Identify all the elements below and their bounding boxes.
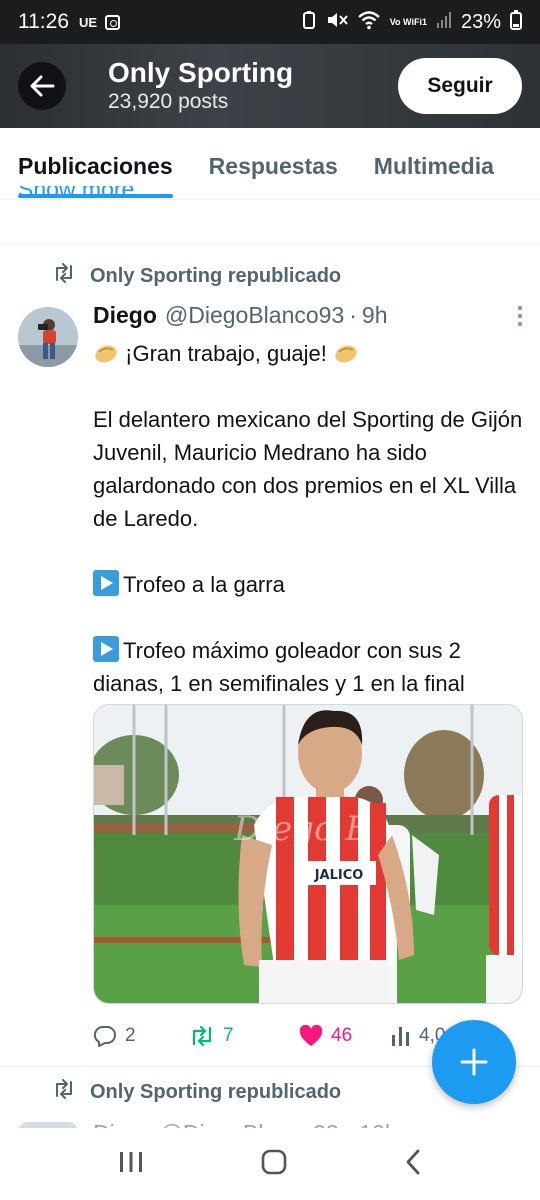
screenshot-notification-icon <box>105 14 121 30</box>
views-icon <box>392 1027 409 1046</box>
post-count: 23,920 posts <box>108 90 229 113</box>
profile-header: Only Sporting 23,920 posts Seguir <box>0 44 540 128</box>
post-bullet-1: Trofeo a la garra <box>93 568 525 601</box>
like-button[interactable]: 46 <box>299 1025 391 1047</box>
signal-icon <box>436 11 452 34</box>
more-icon[interactable] <box>517 305 523 327</box>
tab-multimedia[interactable]: Multimedia <box>374 128 494 199</box>
heart-icon <box>299 1025 323 1046</box>
like-count: 46 <box>331 1025 353 1046</box>
retweet-icon <box>52 263 76 289</box>
retweet-indicator: Only Sporting republicado <box>52 1079 341 1105</box>
wifi-icon <box>357 10 381 35</box>
repost-button[interactable]: 7 <box>189 1025 299 1047</box>
status-bar: 11:26 UE Vo WiFi1 23% <box>0 0 540 44</box>
post-exclamation: ¡Gran trabajo, guaje! <box>125 341 327 366</box>
avatar[interactable] <box>18 307 78 367</box>
post-bullet-2: Trofeo máximo goleador con sus 2 dianas,… <box>93 634 525 700</box>
post-separator: · <box>349 302 357 328</box>
repost-count: 7 <box>223 1025 234 1046</box>
post-image[interactable]: JALICO Diego B <box>93 704 523 1004</box>
plus-icon <box>460 1048 488 1076</box>
back-arrow-icon <box>30 75 55 97</box>
divider <box>0 243 540 244</box>
vowifi-label: Vo WiFi1 <box>389 16 427 27</box>
home-icon[interactable] <box>260 1148 288 1181</box>
repost-icon <box>192 1025 212 1047</box>
follow-button[interactable]: Seguir <box>398 58 522 114</box>
compose-button[interactable] <box>432 1020 516 1104</box>
profile-name: Only Sporting <box>108 57 294 88</box>
battery-level: 23% <box>460 10 501 33</box>
shirt-sponsor-text: JALICO <box>314 868 364 883</box>
post-bullet-1-text: Trofeo a la garra <box>123 572 285 597</box>
carrier-label: UE <box>79 14 98 30</box>
post-body: ¡Gran trabajo, guaje! El delantero mexic… <box>93 337 525 700</box>
post-handle[interactable]: @DiegoBlanco93 <box>165 302 344 329</box>
clapping-hands-icon <box>335 345 357 363</box>
back-icon[interactable] <box>403 1148 423 1181</box>
post-paragraph: El delantero mexicano del Sporting de Gi… <box>93 407 523 531</box>
reply-button[interactable]: 2 <box>93 1025 189 1047</box>
battery-icon <box>510 9 522 35</box>
post-time[interactable]: 9h <box>362 302 388 329</box>
status-time: 11:26 <box>18 10 69 33</box>
post-header: Diego @DiegoBlanco93 · 9h <box>93 302 523 329</box>
post-line-1: ¡Gran trabajo, guaje! <box>93 337 525 370</box>
post-author[interactable]: Diego <box>93 302 157 329</box>
battery-saver-icon <box>301 10 317 34</box>
reply-icon <box>93 1025 116 1047</box>
play-button-icon <box>93 636 119 662</box>
retweet-label: Only Sporting republicado <box>90 264 342 287</box>
show-more-link[interactable]: Show more <box>18 186 134 200</box>
retweet-indicator: Only Sporting republicado <box>52 263 341 289</box>
image-watermark: Diego B <box>233 809 370 849</box>
retweet-icon <box>52 1079 76 1105</box>
post-bullet-2-text: Trofeo máximo goleador con sus 2 dianas,… <box>93 638 465 696</box>
system-navigation-bar <box>0 1128 540 1200</box>
retweet-label: Only Sporting republicado <box>90 1080 342 1103</box>
play-button-icon <box>93 570 119 596</box>
recents-icon[interactable] <box>117 1149 145 1180</box>
clapping-hands-icon <box>95 345 117 363</box>
reply-count: 2 <box>125 1025 136 1046</box>
tab-respuestas[interactable]: Respuestas <box>209 128 338 199</box>
mute-icon <box>326 10 348 35</box>
back-button[interactable] <box>18 62 66 110</box>
